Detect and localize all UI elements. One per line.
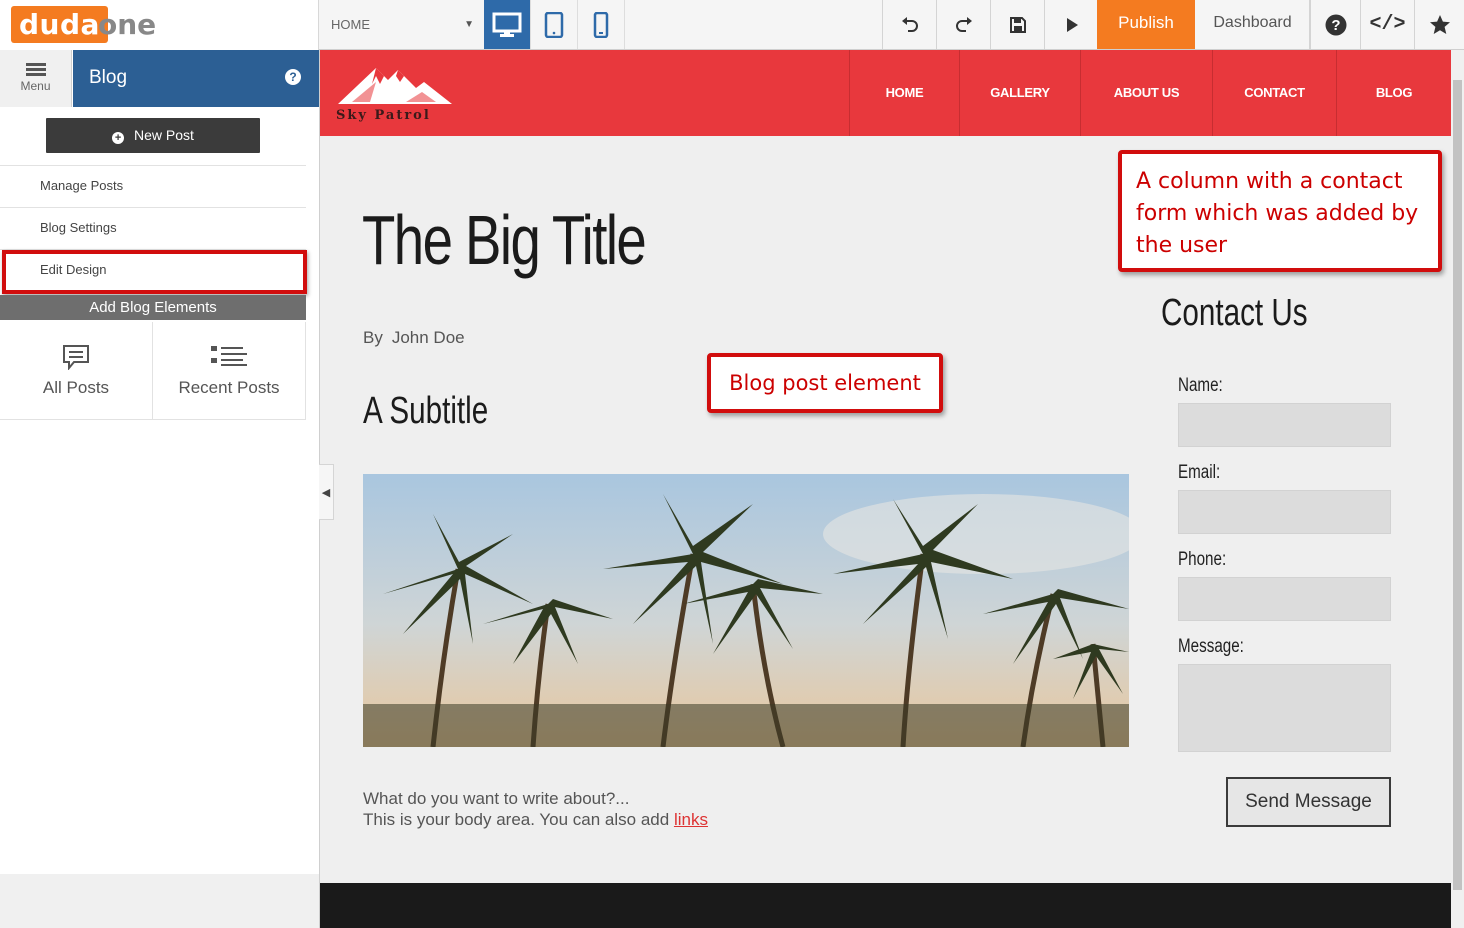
edit-design-highlight xyxy=(2,250,307,294)
mobile-icon xyxy=(593,11,609,38)
list-icon xyxy=(211,346,247,366)
sidebar-footer xyxy=(0,874,320,928)
post-subtitle[interactable]: A Subtitle xyxy=(363,390,488,433)
top-toolbar: duda one HOME ▼ Publish Dashboard ? </> xyxy=(0,0,1464,50)
post-byline[interactable]: By John Doe xyxy=(363,328,465,348)
sidebar-item-manage-posts[interactable]: Manage Posts xyxy=(0,165,306,207)
new-post-label: New Post xyxy=(134,127,194,143)
chevron-left-icon: ◀ xyxy=(321,486,331,499)
undo-button[interactable] xyxy=(882,0,936,49)
save-button[interactable] xyxy=(990,0,1044,49)
add-blog-elements-header: Add Blog Elements xyxy=(0,295,306,320)
logo-one: one xyxy=(98,8,157,41)
svg-text:?: ? xyxy=(1331,17,1340,34)
redo-icon xyxy=(955,16,972,32)
comment-icon xyxy=(63,345,89,370)
post-title[interactable]: The Big Title xyxy=(362,200,647,280)
nav-blog[interactable]: BLOG xyxy=(1336,50,1451,136)
play-icon xyxy=(1066,17,1078,32)
post-body[interactable]: What do you want to write about?... This… xyxy=(363,788,708,830)
email-label: Email: xyxy=(1178,462,1221,483)
desktop-icon xyxy=(492,12,522,37)
panel-header: Blog ? xyxy=(73,50,319,107)
recent-posts-label: Recent Posts xyxy=(178,378,280,397)
body-line-1: What do you want to write about?... xyxy=(363,789,630,808)
nav-contact[interactable]: CONTACT xyxy=(1212,50,1336,136)
menu-button[interactable]: Menu xyxy=(0,50,72,107)
by-label: By xyxy=(363,328,383,347)
site-brand-text: Sky Patrol xyxy=(336,108,431,123)
plus-icon: + xyxy=(112,132,125,144)
body-link[interactable]: links xyxy=(674,810,708,829)
name-label: Name: xyxy=(1178,375,1223,396)
tablet-icon xyxy=(544,11,564,38)
recent-posts-tile[interactable]: Recent Posts xyxy=(153,322,306,420)
message-field[interactable] xyxy=(1178,664,1391,752)
preview-button[interactable] xyxy=(1044,0,1098,49)
site-header[interactable]: Sky Patrol HOME GALLERY ABOUT US CONTACT… xyxy=(320,50,1451,136)
page-selector[interactable]: HOME ▼ xyxy=(320,0,484,49)
column-annotation: A column with a contact form which was a… xyxy=(1118,150,1442,272)
panel-title: Blog xyxy=(89,67,128,88)
all-posts-tile[interactable]: All Posts xyxy=(0,322,153,420)
code-button[interactable]: </> xyxy=(1360,0,1414,49)
email-field[interactable] xyxy=(1178,490,1391,534)
help-icon: ? xyxy=(1325,14,1346,35)
blog-panel: Menu Blog ? + New Post Manage Posts Blog … xyxy=(0,50,319,874)
sidebar-item-blog-settings[interactable]: Blog Settings xyxy=(0,207,306,249)
tablet-view-button[interactable] xyxy=(531,0,578,49)
palm-trees-photo xyxy=(363,474,1129,747)
publish-button[interactable]: Publish xyxy=(1097,0,1195,49)
chevron-down-icon: ▼ xyxy=(464,19,474,30)
phone-field[interactable] xyxy=(1178,577,1391,621)
dashboard-button[interactable]: Dashboard xyxy=(1196,0,1310,49)
send-message-button[interactable]: Send Message xyxy=(1226,777,1391,827)
contact-title[interactable]: Contact Us xyxy=(1161,292,1308,335)
site-logo[interactable]: Sky Patrol xyxy=(334,62,464,126)
all-posts-label: All Posts xyxy=(42,378,110,397)
message-label: Message: xyxy=(1178,636,1244,657)
menu-label: Menu xyxy=(20,79,51,93)
site-footer[interactable] xyxy=(320,883,1451,928)
undo-icon xyxy=(901,16,918,32)
post-hero-image[interactable] xyxy=(363,474,1129,747)
page-selector-value: HOME xyxy=(331,17,370,32)
duda-logo[interactable]: duda one xyxy=(0,0,319,50)
canvas-scrollbar[interactable] xyxy=(1451,50,1464,928)
help-icon[interactable]: ? xyxy=(285,69,301,85)
collapse-panel-button[interactable]: ◀ xyxy=(319,464,334,520)
name-field[interactable] xyxy=(1178,403,1391,447)
hamburger-icon xyxy=(26,63,46,77)
nav-about-us[interactable]: ABOUT US xyxy=(1080,50,1212,136)
body-line-2: This is your body area. You can also add… xyxy=(363,810,708,829)
blog-post-annotation: Blog post element xyxy=(707,353,943,413)
star-icon xyxy=(1429,14,1450,34)
post-author: John Doe xyxy=(391,328,465,347)
scrollbar-thumb[interactable] xyxy=(1453,80,1462,890)
mobile-view-button[interactable] xyxy=(578,0,625,49)
logo-duda: duda xyxy=(11,6,108,43)
nav-gallery[interactable]: GALLERY xyxy=(959,50,1080,136)
phone-label: Phone: xyxy=(1178,549,1227,570)
new-post-button[interactable]: + New Post xyxy=(46,118,260,153)
save-icon xyxy=(1009,16,1026,33)
desktop-view-button[interactable] xyxy=(484,0,531,49)
help-button[interactable]: ? xyxy=(1310,0,1360,49)
duda-editor: duda one HOME ▼ Publish Dashboard ? </> … xyxy=(0,0,1464,928)
favorite-button[interactable] xyxy=(1414,0,1464,49)
redo-button[interactable] xyxy=(936,0,990,49)
mountain-logo-icon xyxy=(338,68,452,104)
nav-home[interactable]: HOME xyxy=(849,50,959,136)
